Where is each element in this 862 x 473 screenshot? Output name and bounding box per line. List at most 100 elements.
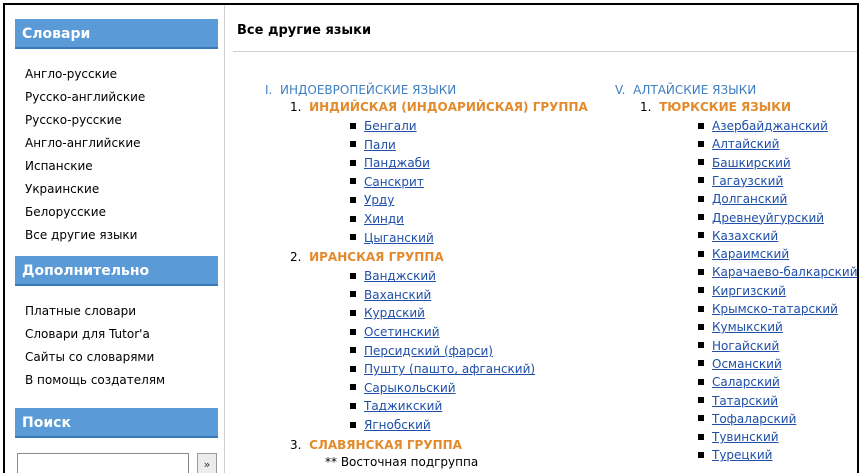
bullet-icon xyxy=(698,122,704,129)
language-link[interactable]: Санскрит xyxy=(364,175,424,189)
language-link[interactable]: Сарыкольский xyxy=(364,381,456,395)
language-link[interactable]: Долганский xyxy=(712,192,787,206)
bullet-icon xyxy=(698,451,704,458)
bullet-icon xyxy=(350,291,356,298)
dictionary-link-item[interactable]: Русско-русские xyxy=(25,109,145,132)
language-link[interactable]: Хинди xyxy=(364,212,404,226)
language-list-item: Долганский xyxy=(698,190,787,208)
language-link[interactable]: Крымско-татарский xyxy=(712,302,838,316)
language-link[interactable]: Кумыкский xyxy=(712,320,783,334)
language-list-item: Урду xyxy=(350,191,394,209)
language-list-item: Таджикский xyxy=(350,397,442,415)
bullet-icon xyxy=(350,141,356,148)
language-list-item: Санскрит xyxy=(350,173,424,191)
language-list-item: Ванджский xyxy=(350,267,436,285)
dictionaries-list: Англо-русские Русско-английские Русско-рус… xyxy=(25,63,145,247)
search-button[interactable]: » xyxy=(197,453,217,473)
language-link[interactable]: Киргизский xyxy=(712,284,786,298)
language-list-item: Тувинский xyxy=(698,428,779,446)
extra-link-item[interactable]: Сайты со словарями xyxy=(25,346,165,369)
language-link[interactable]: Ванджский xyxy=(364,269,436,283)
family-name: ИНДОЕВРОПЕЙСКИЕ ЯЗЫКИ xyxy=(280,83,457,97)
family-heading-altaic: V. АЛТАЙСКИЕ ЯЗЫКИ xyxy=(615,82,756,99)
dictionary-link-item[interactable]: Белорусские xyxy=(25,201,145,224)
group-number: 1. xyxy=(290,100,302,114)
bullet-icon xyxy=(698,214,704,220)
language-list-item: Осетинский xyxy=(350,323,440,341)
language-link[interactable]: Карачаево-балкарский xyxy=(712,265,857,279)
group-heading-turkic: 1. ТЮРКСКИЕ ЯЗЫКИ xyxy=(640,99,791,116)
search-input[interactable] xyxy=(17,453,189,473)
language-link[interactable]: Ваханский xyxy=(364,288,431,302)
language-list-item: Панджаби xyxy=(350,154,430,172)
group-number: 3. xyxy=(290,437,302,452)
bullet-icon xyxy=(698,268,704,275)
language-link[interactable]: Башкирский xyxy=(712,156,791,170)
group-heading: 2. ИРАНСКАЯ ГРУППА xyxy=(290,249,444,266)
language-link[interactable]: Цыганский xyxy=(364,231,434,245)
bullet-icon xyxy=(698,342,704,349)
group-name: ТЮРКСКИЕ ЯЗЫКИ xyxy=(659,100,792,114)
language-link[interactable]: Саларский xyxy=(712,375,780,389)
language-link[interactable]: Тувинский xyxy=(712,430,779,444)
language-link[interactable]: Гагаузский xyxy=(712,174,783,188)
language-link[interactable]: Курдский xyxy=(364,306,425,320)
language-link[interactable]: Таджикский xyxy=(364,399,442,413)
language-link[interactable]: Осетинский xyxy=(364,325,440,339)
language-list-item: Крымско-татарский xyxy=(698,300,838,318)
dictionary-link-item[interactable]: Все другие языки xyxy=(25,224,145,247)
dictionary-link-item[interactable]: Русско-английские xyxy=(25,86,145,109)
family-name: АЛТАЙСКИЕ ЯЗЫКИ xyxy=(633,83,757,97)
language-list-item: Киргизский xyxy=(698,282,786,300)
language-link[interactable]: Урду xyxy=(364,193,394,207)
extra-link-item[interactable]: Платные словари xyxy=(25,300,165,323)
bullet-icon xyxy=(698,378,704,385)
language-link[interactable]: Азербайджанский xyxy=(712,119,828,133)
language-list-item: Цыганский xyxy=(350,229,434,247)
bullet-icon xyxy=(698,360,704,367)
dictionary-link-item[interactable]: Испанские xyxy=(25,155,145,178)
subgroup-label: ** Восточная подгруппа xyxy=(325,454,479,469)
page-frame: Словари Англо-русские Русско-английские Ру… xyxy=(3,3,859,473)
group-name: ИРАНСКАЯ ГРУППА xyxy=(309,250,444,265)
language-link[interactable]: Панджаби xyxy=(364,156,430,170)
language-list-item: Османский xyxy=(698,355,782,373)
language-link[interactable]: Османский xyxy=(712,357,782,371)
language-link[interactable]: Древнеуйгурский xyxy=(712,211,824,225)
language-link[interactable]: Казахский xyxy=(712,229,778,243)
language-link[interactable]: Персидский (фарси) xyxy=(364,344,493,358)
group-heading: 3. СЛАВЯНСКАЯ ГРУППА xyxy=(290,437,462,454)
bullet-icon xyxy=(698,140,704,147)
group-heading: 1. ИНДИЙСКАЯ (ИНДОАРИЙСКАЯ) ГРУППА xyxy=(290,99,588,116)
group-number: 2. xyxy=(290,250,302,265)
language-link[interactable]: Пали xyxy=(364,138,396,152)
dictionary-link-item[interactable]: Украинские xyxy=(25,178,145,201)
extra-link-item[interactable]: В помощь создателям xyxy=(25,369,165,392)
language-link[interactable]: Пушту (пашто, афганский) xyxy=(364,362,535,376)
bullet-icon xyxy=(350,421,356,428)
dictionaries-header: Словари xyxy=(15,19,218,49)
language-list-item: Ногайский xyxy=(698,337,779,355)
dictionary-link-item[interactable]: Англо-английские xyxy=(25,132,145,155)
language-list-item: Ягнобский xyxy=(350,416,431,434)
bullet-icon xyxy=(350,122,356,129)
bullet-icon xyxy=(350,347,356,354)
language-link[interactable]: Тофаларский xyxy=(712,412,796,426)
language-link[interactable]: Караимский xyxy=(712,247,789,261)
language-link[interactable]: Татарский xyxy=(712,394,778,408)
dictionary-link-item[interactable]: Англо-русские xyxy=(25,63,145,86)
language-link[interactable]: Ногайский xyxy=(712,339,779,353)
language-list-item: Курдский xyxy=(350,304,425,322)
language-list-item: Персидский (фарси) xyxy=(350,342,493,360)
bullet-icon xyxy=(698,177,704,184)
language-link[interactable]: Алтайский xyxy=(712,137,779,151)
language-link[interactable]: Бенгали xyxy=(364,119,417,133)
bullet-icon xyxy=(350,309,356,316)
language-list-item: Бенгали xyxy=(350,117,417,135)
language-link[interactable]: Турецкий xyxy=(712,448,772,462)
bullet-icon xyxy=(350,384,356,391)
bullet-icon xyxy=(350,328,356,335)
language-link[interactable]: Ягнобский xyxy=(364,418,431,432)
language-list-item: Саларский xyxy=(698,373,780,391)
extra-link-item[interactable]: Словари для Tutor'a xyxy=(25,323,165,346)
